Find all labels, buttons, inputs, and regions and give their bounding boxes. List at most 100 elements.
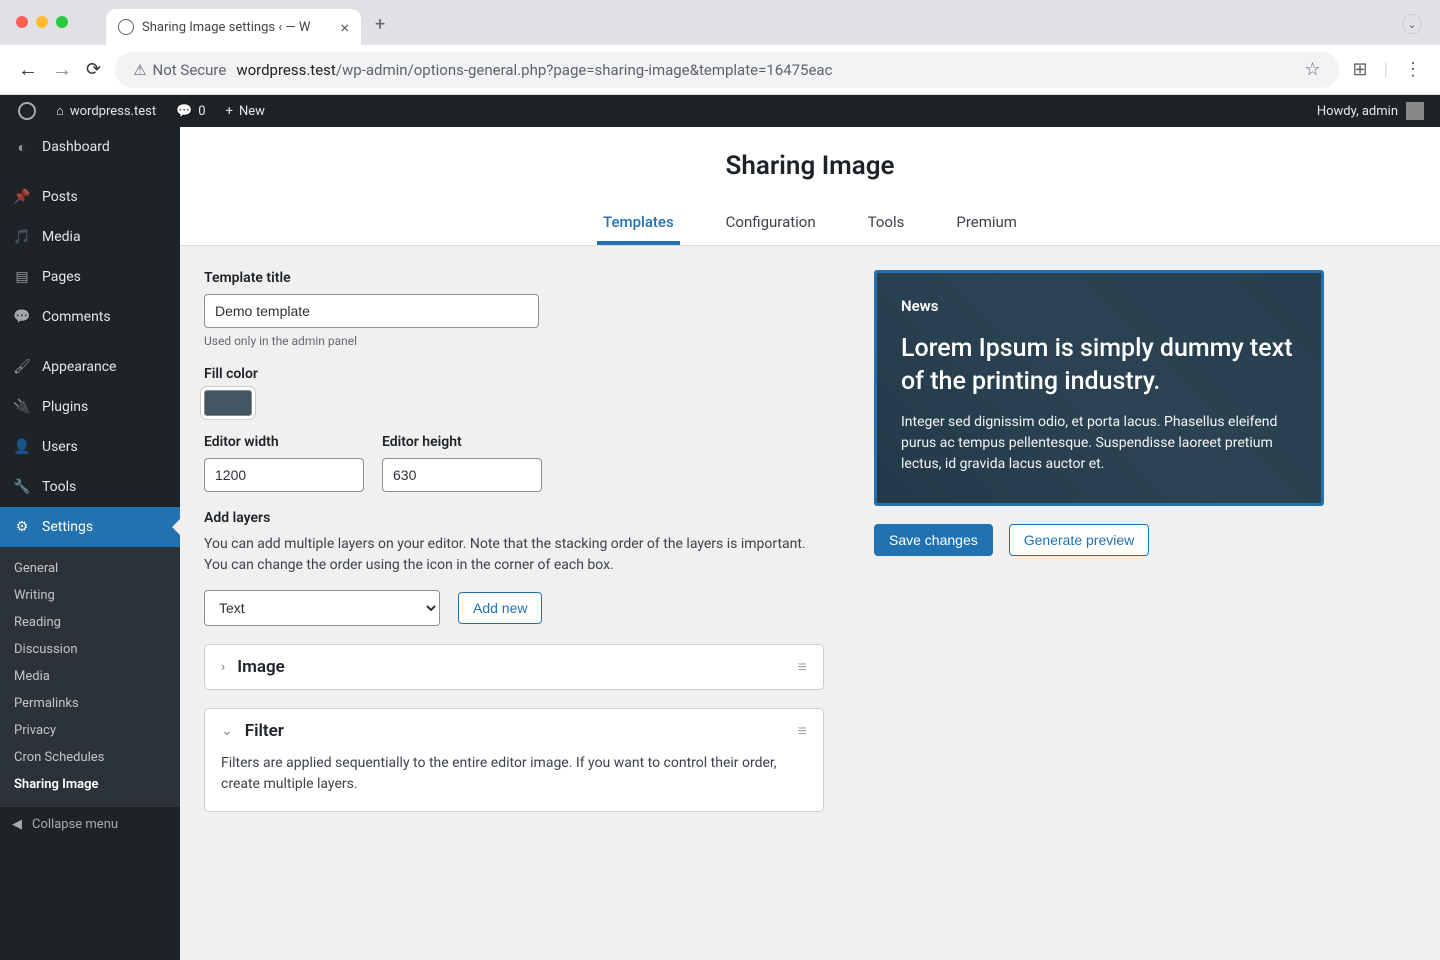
tabs-dropdown-icon[interactable]: ⌄ [1402,14,1422,34]
back-button[interactable]: ← [18,57,38,82]
submenu-general[interactable]: General [0,555,180,582]
add-layers-desc: You can add multiple layers on your edit… [204,534,824,576]
sidebar-item-appearance[interactable]: 🖌Appearance [0,347,180,387]
brush-icon: 🖌 [12,357,32,377]
sidebar-item-comments[interactable]: 💬Comments [0,297,180,337]
extensions-icon[interactable]: ⊞ [1353,59,1368,80]
site-link[interactable]: ⌂ wordpress.test [46,95,166,127]
new-tab-button[interactable]: + [375,14,385,35]
layer-type-select[interactable]: Text [204,590,440,626]
page-title: Sharing Image [180,151,1440,181]
dashboard-icon: ◐ [12,137,32,157]
security-indicator[interactable]: ⚠ Not Secure [133,61,226,79]
browser-menu-icon[interactable]: ⋮ [1404,59,1422,80]
browser-tab[interactable]: Sharing Image settings ‹ — W × [106,9,361,45]
user-menu[interactable]: Howdy, admin [1317,102,1432,120]
drag-handle-icon[interactable]: ≡ [798,721,807,741]
chevron-down-icon: ⌄ [221,723,233,739]
collapse-menu[interactable]: ◀ Collapse menu [0,806,180,842]
save-changes-button[interactable]: Save changes [874,524,993,556]
globe-icon [118,19,134,35]
submenu-media[interactable]: Media [0,663,180,690]
close-tab-icon[interactable]: × [340,18,349,37]
wp-logo[interactable] [8,95,46,127]
editor-width-label: Editor width [204,434,364,450]
generate-preview-button[interactable]: Generate preview [1009,524,1150,556]
submenu-sharing-image[interactable]: Sharing Image [0,771,180,798]
minimize-window[interactable] [36,16,48,28]
forward-button[interactable]: → [52,57,72,82]
avatar [1406,102,1424,120]
layer-image: › Image ≡ [204,644,824,690]
submenu-writing[interactable]: Writing [0,582,180,609]
media-icon: 🎵 [12,227,32,247]
warning-icon: ⚠ [133,61,146,79]
preview-image: News Lorem Ipsum is simply dummy text of… [874,270,1324,506]
sidebar-item-users[interactable]: 👤Users [0,427,180,467]
fill-color-swatch[interactable] [204,390,252,416]
layer-image-header[interactable]: › Image ≡ [205,645,823,689]
comment-icon: 💬 [176,104,192,119]
window-controls [16,16,68,28]
submenu-permalinks[interactable]: Permalinks [0,690,180,717]
maximize-window[interactable] [56,16,68,28]
sliders-icon: ⚙ [12,517,32,537]
tab-templates[interactable]: Templates [597,203,680,245]
sidebar-item-dashboard[interactable]: ◐Dashboard [0,127,180,167]
sidebar-item-settings[interactable]: ⚙Settings [0,507,180,547]
page-header: Sharing Image Templates Configuration To… [180,127,1440,246]
close-window[interactable] [16,16,28,28]
submenu-privacy[interactable]: Privacy [0,717,180,744]
add-layers-label: Add layers [204,510,824,526]
drag-handle-icon[interactable]: ≡ [798,657,807,677]
user-icon: 👤 [12,437,32,457]
collapse-icon: ◀ [12,817,22,832]
tab-configuration[interactable]: Configuration [720,203,822,245]
sidebar-item-pages[interactable]: ▤Pages [0,257,180,297]
url-domain: wordpress.test [236,61,336,79]
layer-filter-header[interactable]: ⌄ Filter ≡ [205,709,823,753]
new-content[interactable]: + New [216,95,275,127]
wp-admin-bar: ⌂ wordpress.test 💬 0 + New Howdy, admin [0,95,1440,127]
fill-color-label: Fill color [204,366,824,382]
template-title-label: Template title [204,270,824,286]
address-bar[interactable]: ⚠ Not Secure wordpress.test/wp-admin/opt… [115,52,1338,88]
pin-icon: 📌 [12,187,32,207]
submenu-reading[interactable]: Reading [0,609,180,636]
plus-icon: + [226,104,233,119]
template-title-help: Used only in the admin panel [204,334,824,348]
comment-icon: 💬 [12,307,32,327]
tab-title: Sharing Image settings ‹ — W [142,20,310,35]
chevron-right-icon: › [221,659,225,675]
editor-height-label: Editor height [382,434,542,450]
browser-toolbar: ← → ⟳ ⚠ Not Secure wordpress.test/wp-adm… [0,45,1440,95]
home-icon: ⌂ [56,103,64,119]
plug-icon: 🔌 [12,397,32,417]
url-path: /wp-admin/options-general.php?page=shari… [336,61,833,79]
sidebar-item-tools[interactable]: 🔧Tools [0,467,180,507]
add-new-button[interactable]: Add new [458,592,542,624]
editor-height-input[interactable] [382,458,542,492]
template-title-input[interactable] [204,294,539,328]
bookmark-icon[interactable]: ☆ [1304,59,1320,80]
tab-premium[interactable]: Premium [950,203,1023,245]
browser-tab-bar: Sharing Image settings ‹ — W × + ⌄ [0,0,1440,45]
wrench-icon: 🔧 [12,477,32,497]
tabs: Templates Configuration Tools Premium [180,203,1440,246]
reload-button[interactable]: ⟳ [86,59,101,80]
page-icon: ▤ [12,267,32,287]
layer-filter-desc: Filters are applied sequentially to the … [205,753,823,811]
submenu-discussion[interactable]: Discussion [0,636,180,663]
settings-submenu: General Writing Reading Discussion Media… [0,547,180,806]
sidebar-item-posts[interactable]: 📌Posts [0,177,180,217]
preview-category: News [901,297,1297,315]
sidebar-item-media[interactable]: 🎵Media [0,217,180,257]
comments-link[interactable]: 💬 0 [166,95,216,127]
submenu-cron[interactable]: Cron Schedules [0,744,180,771]
sidebar-item-plugins[interactable]: 🔌Plugins [0,387,180,427]
admin-sidebar: ◐Dashboard 📌Posts 🎵Media ▤Pages 💬Comment… [0,127,180,960]
layer-filter: ⌄ Filter ≡ Filters are applied sequentia… [204,708,824,812]
tab-tools[interactable]: Tools [862,203,911,245]
preview-body: Integer sed dignissim odio, et porta lac… [901,412,1297,475]
editor-width-input[interactable] [204,458,364,492]
